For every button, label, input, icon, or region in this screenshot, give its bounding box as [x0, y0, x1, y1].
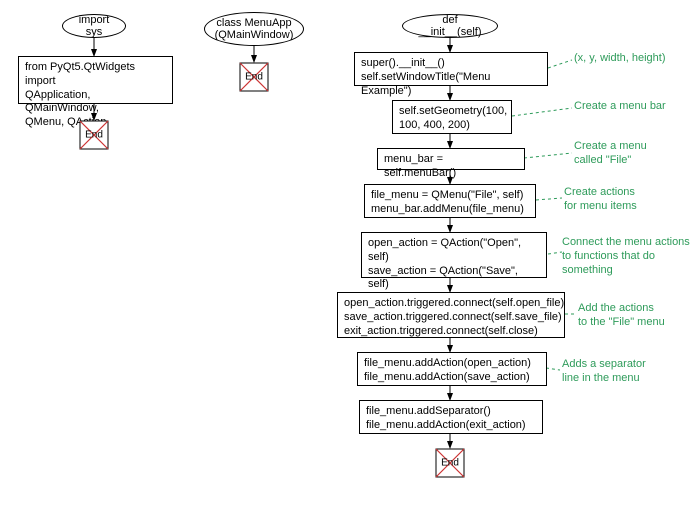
- end-node-col1: End: [79, 120, 109, 150]
- box-menubar-text: menu_bar = self.menuBar(): [384, 153, 456, 179]
- box-add-actions: file_menu.addAction(open_action)file_men…: [357, 352, 547, 386]
- box-connect-text: open_action.triggered.connect(self.open_…: [344, 297, 564, 337]
- end-label-col1: End: [85, 130, 103, 141]
- start-node-class: class MenuApp(QMainWindow): [204, 12, 304, 46]
- box-add-actions-text: file_menu.addAction(open_action)file_men…: [364, 357, 531, 383]
- comment-create-file: Create a menucalled "File": [574, 140, 647, 168]
- box-separator: file_menu.addSeparator()file_menu.addAct…: [359, 400, 543, 434]
- comment-xywh-text: (x, y, width, height): [574, 52, 666, 64]
- comment-add-actions-text: Add the actionsto the "File" menu: [578, 302, 665, 328]
- start-class-label: class MenuApp(QMainWindow): [215, 17, 294, 41]
- flowchart-canvas: import sys from PyQt5.QtWidgets importQA…: [0, 0, 697, 532]
- box-geometry-text: self.setGeometry(100,100, 400, 200): [399, 105, 507, 131]
- comment-connect: Connect the menu actionsto functions tha…: [562, 236, 690, 277]
- box-connect: open_action.triggered.connect(self.open_…: [337, 292, 565, 338]
- box-geometry: self.setGeometry(100,100, 400, 200): [392, 100, 512, 134]
- comment-connect-text: Connect the menu actionsto functions tha…: [562, 236, 690, 276]
- comment-create-menubar: Create a menu bar: [574, 100, 666, 114]
- end-label-col3: End: [441, 458, 459, 469]
- comment-separator: Adds a separatorline in the menu: [562, 358, 646, 386]
- start-init-label: def __init__(self): [411, 14, 489, 38]
- comment-create-actions: Create actionsfor menu items: [564, 186, 637, 214]
- comment-create-menubar-text: Create a menu bar: [574, 100, 666, 112]
- box-actions: open_action = QAction("Open", self)save_…: [361, 232, 547, 278]
- box-file-menu-text: file_menu = QMenu("File", self)menu_bar.…: [371, 189, 524, 215]
- comment-create-file-text: Create a menucalled "File": [574, 140, 647, 166]
- comment-create-actions-text: Create actionsfor menu items: [564, 186, 637, 212]
- start-node-init: def __init__(self): [402, 14, 498, 38]
- start-label: import sys: [71, 14, 117, 38]
- end-label-col2: End: [245, 72, 263, 83]
- box-file-menu: file_menu = QMenu("File", self)menu_bar.…: [364, 184, 536, 218]
- box-separator-text: file_menu.addSeparator()file_menu.addAct…: [366, 405, 526, 431]
- end-node-col2: End: [239, 62, 269, 92]
- comment-add-actions: Add the actionsto the "File" menu: [578, 302, 665, 330]
- comment-xywh: (x, y, width, height): [574, 52, 666, 66]
- end-node-col3: End: [435, 448, 465, 478]
- comment-separator-text: Adds a separatorline in the menu: [562, 358, 646, 384]
- start-node-import-sys: import sys: [62, 14, 126, 38]
- box-super-title: super().__init__()self.setWindowTitle("M…: [354, 52, 548, 86]
- box-imports: from PyQt5.QtWidgets importQApplication,…: [18, 56, 173, 104]
- box-menubar: menu_bar = self.menuBar(): [377, 148, 525, 170]
